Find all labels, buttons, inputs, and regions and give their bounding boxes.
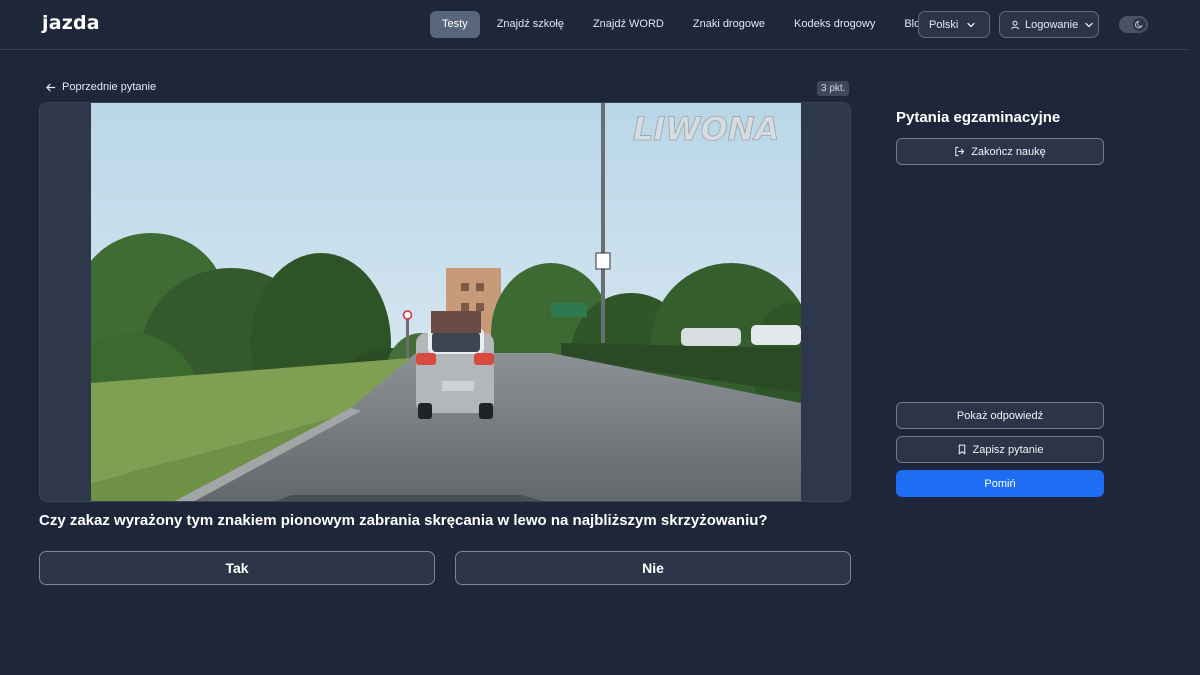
media-watermark: LIWONA bbox=[633, 110, 779, 148]
points-badge: 3 pkt. bbox=[817, 81, 850, 96]
skip-button[interactable]: Pomiń bbox=[896, 470, 1104, 497]
sidebar-title: Pytania egzaminacyjne bbox=[896, 109, 1061, 126]
show-answer-label: Pokaż odpowiedź bbox=[956, 409, 1044, 422]
finish-learning-button[interactable]: Zakończ naukę bbox=[896, 138, 1104, 165]
previous-question-label: Poprzednie pytanie bbox=[62, 81, 157, 93]
question-text: Czy zakaz wyrażony tym znakiem pionowym … bbox=[39, 512, 768, 529]
arrow-left-icon bbox=[46, 83, 56, 91]
top-navbar: jazda Testy Znajdź szkołę Znajdź WORD Zn… bbox=[0, 0, 1188, 50]
answer-no-button[interactable]: Nie bbox=[455, 551, 851, 585]
road-scene: LIWONA bbox=[91, 103, 801, 501]
nav-item-znajdz-word[interactable]: Znajdź WORD bbox=[581, 11, 676, 38]
save-question-button[interactable]: Zapisz pytanie bbox=[896, 436, 1104, 463]
nav-item-znajdz-szkole[interactable]: Znajdź szkołę bbox=[485, 11, 576, 38]
save-question-label: Zapisz pytanie bbox=[972, 443, 1044, 456]
brand-logo[interactable]: jazda bbox=[42, 12, 100, 36]
skip-label: Pomiń bbox=[984, 477, 1016, 490]
theme-toggle[interactable] bbox=[1119, 16, 1148, 33]
language-select[interactable]: Polski bbox=[918, 11, 990, 38]
answer-yes-button[interactable]: Tak bbox=[39, 551, 435, 585]
question-media: LIWONA bbox=[39, 102, 851, 502]
nav-item-znaki-drogowe[interactable]: Znaki drogowe bbox=[681, 11, 777, 38]
language-label: Polski bbox=[929, 18, 959, 31]
show-answer-button[interactable]: Pokaż odpowiedź bbox=[896, 402, 1104, 429]
user-icon bbox=[1011, 20, 1019, 29]
nav-item-kodeks-drogowy[interactable]: Kodeks drogowy bbox=[782, 11, 887, 38]
login-label: Logowanie bbox=[1025, 18, 1079, 31]
road-scene-image: LIWONA bbox=[91, 103, 801, 501]
chevron-down-icon bbox=[1085, 22, 1093, 27]
previous-question-link[interactable]: Poprzednie pytanie bbox=[45, 81, 156, 93]
nav-item-testy[interactable]: Testy bbox=[430, 11, 480, 38]
finish-learning-label: Zakończ naukę bbox=[971, 145, 1046, 158]
logout-icon bbox=[955, 146, 965, 157]
moon-icon bbox=[1135, 20, 1143, 29]
chevron-down-icon bbox=[967, 22, 975, 27]
main-nav: Testy Znajdź szkołę Znajdź WORD Znaki dr… bbox=[430, 11, 943, 38]
bookmark-icon bbox=[958, 444, 965, 455]
login-button[interactable]: Logowanie bbox=[999, 11, 1099, 38]
